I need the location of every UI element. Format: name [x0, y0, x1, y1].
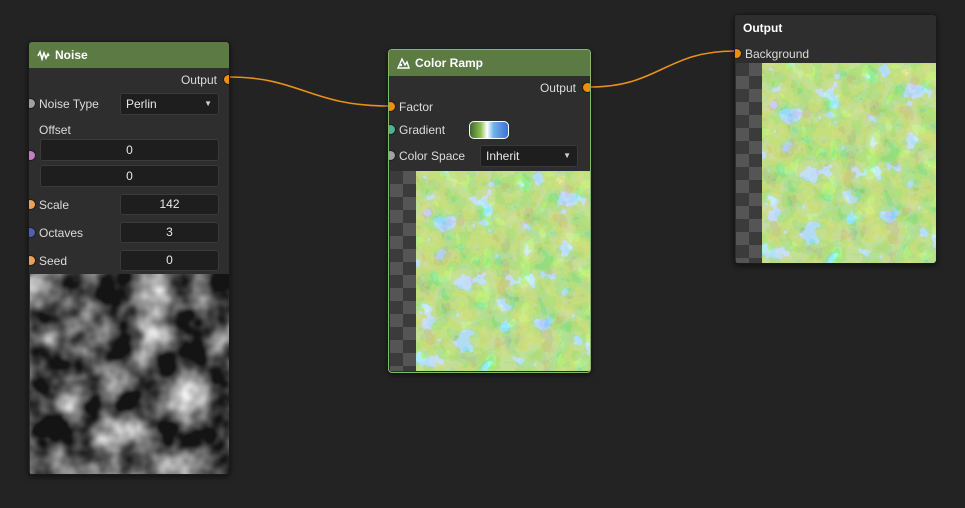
scale-socket[interactable]: [29, 200, 35, 209]
background-label: Background: [745, 47, 810, 61]
gradient-socket[interactable]: [389, 125, 395, 134]
color-ramp-node-header[interactable]: Color Ramp: [389, 50, 590, 76]
color-space-select[interactable]: Inherit ▼: [480, 145, 578, 167]
output-node-title: Output: [743, 21, 783, 35]
offset-y-field[interactable]: 0: [40, 165, 219, 187]
output-preview-image: [762, 63, 936, 263]
output-node[interactable]: Output Background: [734, 14, 937, 264]
gradient-editor-swatch[interactable]: [469, 121, 509, 139]
color-ramp-preview-image: [416, 171, 590, 371]
color-ramp-node-title: Color Ramp: [415, 56, 484, 70]
noise-type-socket[interactable]: [29, 99, 35, 108]
noise-node-title: Noise: [55, 48, 88, 62]
ramp-output-socket[interactable]: [583, 83, 590, 92]
factor-socket[interactable]: [389, 102, 395, 111]
noise-output-socket[interactable]: [224, 75, 229, 84]
color-space-socket[interactable]: [389, 151, 395, 160]
seed-label: Seed: [39, 254, 68, 268]
noise-type-select[interactable]: Perlin ▼: [120, 93, 219, 115]
background-socket[interactable]: [735, 49, 741, 58]
offset-socket[interactable]: [29, 151, 35, 160]
noise-type-label: Noise Type: [39, 97, 99, 111]
seed-socket[interactable]: [29, 256, 35, 265]
factor-label: Factor: [399, 100, 434, 114]
color-space-label: Color Space: [399, 149, 466, 163]
chevron-down-icon: ▼: [204, 99, 212, 108]
noise-preview-image: [30, 274, 229, 474]
gradient-label: Gradient: [399, 123, 446, 137]
scale-label: Scale: [39, 198, 70, 212]
noise-node[interactable]: Noise Output Noise Type Perlin ▼ Offset …: [28, 41, 230, 475]
output-preview-checker: [736, 63, 762, 263]
octaves-socket[interactable]: [29, 228, 35, 237]
octaves-field[interactable]: 3: [120, 222, 219, 243]
wire-noise-to-factor: [228, 76, 390, 107]
offset-label: Offset: [39, 123, 71, 137]
wire-ramp-to-background: [588, 50, 736, 88]
noise-output-label: Output: [180, 73, 217, 87]
scale-field[interactable]: 142: [120, 194, 219, 215]
noise-icon: [37, 49, 50, 61]
seed-field[interactable]: 0: [120, 250, 219, 271]
color-ramp-icon: [397, 57, 410, 69]
offset-x-field[interactable]: 0: [40, 139, 219, 161]
color-space-value: Inherit: [486, 149, 520, 163]
noise-type-value: Perlin: [126, 97, 157, 111]
output-node-header[interactable]: Output: [735, 15, 936, 41]
octaves-label: Octaves: [39, 226, 84, 240]
chevron-down-icon: ▼: [563, 151, 571, 160]
color-ramp-node[interactable]: Color Ramp Output Factor Gradient Color …: [388, 49, 591, 373]
noise-node-header[interactable]: Noise: [29, 42, 229, 68]
ramp-preview-checker: [390, 171, 416, 371]
